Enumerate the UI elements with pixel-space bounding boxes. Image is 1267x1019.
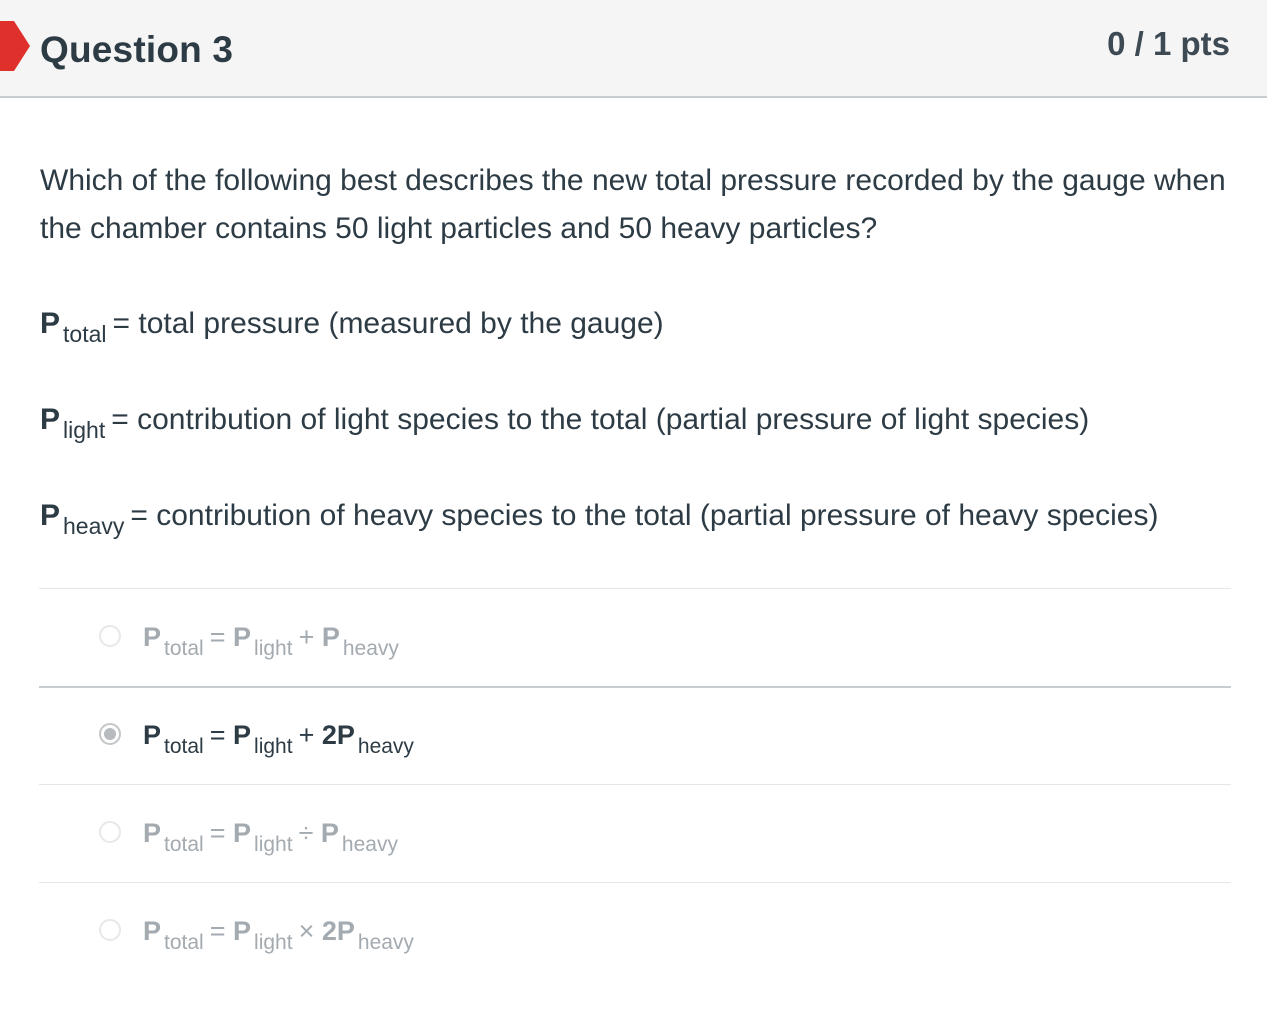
answer-subscript: light xyxy=(254,931,293,954)
definition-text: = contribution of heavy species to the t… xyxy=(130,499,1159,532)
question-text: Which of the following best describes th… xyxy=(40,164,1226,245)
answer-symbol: P xyxy=(321,622,340,652)
answer-divider xyxy=(39,882,1231,883)
definition-subscript: light xyxy=(63,417,106,443)
answer-symbol: P xyxy=(233,916,252,946)
answer-radio[interactable] xyxy=(99,625,121,647)
answer-operator: + xyxy=(298,720,315,750)
answer-divider xyxy=(39,784,1231,785)
answer-operator: + xyxy=(298,622,315,652)
answer-subscript: heavy xyxy=(357,735,414,758)
answer-symbol: 2P xyxy=(321,720,355,750)
answer-symbol: P xyxy=(143,720,162,750)
answer-operator: = xyxy=(209,720,226,750)
answer-symbol: P xyxy=(143,622,162,652)
definition-symbol: P xyxy=(40,499,61,532)
answer-option-4[interactable]: Ptotal = Plight × 2P heavy xyxy=(39,884,1231,980)
answer-subscript: light xyxy=(254,833,293,856)
answer-symbol: P xyxy=(320,818,339,848)
answer-subscript: total xyxy=(164,833,204,856)
answer-label[interactable]: Ptotal = Plight + 2P heavy xyxy=(143,720,420,758)
answer-subscript: light xyxy=(254,637,293,660)
definition-text: = contribution of light species to the t… xyxy=(111,403,1090,436)
incorrect-marker-icon xyxy=(0,21,30,71)
answer-label[interactable]: Ptotal = Plight × 2P heavy xyxy=(143,916,420,954)
answer-subscript: total xyxy=(164,735,204,758)
definition-subscript: heavy xyxy=(63,513,125,539)
definition-p-heavy: Pheavy = contribution of heavy species to… xyxy=(40,499,1159,539)
answer-subscript: light xyxy=(254,735,293,758)
answer-symbol: 2P xyxy=(321,916,355,946)
answer-subscript: heavy xyxy=(357,931,414,954)
answer-symbol: P xyxy=(233,720,252,750)
answer-radio[interactable] xyxy=(99,821,121,843)
answer-radio-selected[interactable] xyxy=(99,723,121,745)
answer-option-3[interactable]: Ptotal = Plight ÷ Pheavy xyxy=(39,786,1231,882)
answers-top-divider xyxy=(39,588,1231,589)
definition-subscript: total xyxy=(63,321,107,347)
answer-option-1[interactable]: Ptotal = Plight + Pheavy xyxy=(39,590,1231,686)
answer-symbol: P xyxy=(143,818,162,848)
answer-symbol: P xyxy=(233,622,252,652)
definition-symbol: P xyxy=(40,403,61,436)
question-title: Question 3 xyxy=(40,29,234,70)
answer-operator: = xyxy=(209,622,226,652)
answer-label[interactable]: Ptotal = Plight + Pheavy xyxy=(143,622,405,660)
answer-label[interactable]: Ptotal = Plight ÷ Pheavy xyxy=(143,818,404,856)
answer-subscript: heavy xyxy=(342,637,399,660)
answer-subscript: heavy xyxy=(341,833,398,856)
answer-operator: = xyxy=(209,916,226,946)
answer-operator: × xyxy=(298,916,315,946)
definition-symbol: P xyxy=(40,307,61,340)
definition-text: = total pressure (measured by the gauge) xyxy=(112,307,664,340)
answer-option-2[interactable]: Ptotal = Plight + 2P heavy xyxy=(39,688,1231,784)
definition-p-light: Plight = contribution of light species to… xyxy=(40,403,1090,443)
answer-subscript: total xyxy=(164,637,204,660)
question-header: Question 3 0 / 1 pts xyxy=(0,0,1267,98)
answer-radio[interactable] xyxy=(99,919,121,941)
answer-symbol: P xyxy=(143,916,162,946)
answer-symbol: P xyxy=(233,818,252,848)
answer-subscript: total xyxy=(164,931,204,954)
question-points: 0 / 1 pts xyxy=(1107,25,1230,62)
definition-p-total: Ptotal = total pressure (measured by the … xyxy=(40,307,664,347)
answer-operator: ÷ xyxy=(298,818,314,848)
answer-operator: = xyxy=(209,818,226,848)
